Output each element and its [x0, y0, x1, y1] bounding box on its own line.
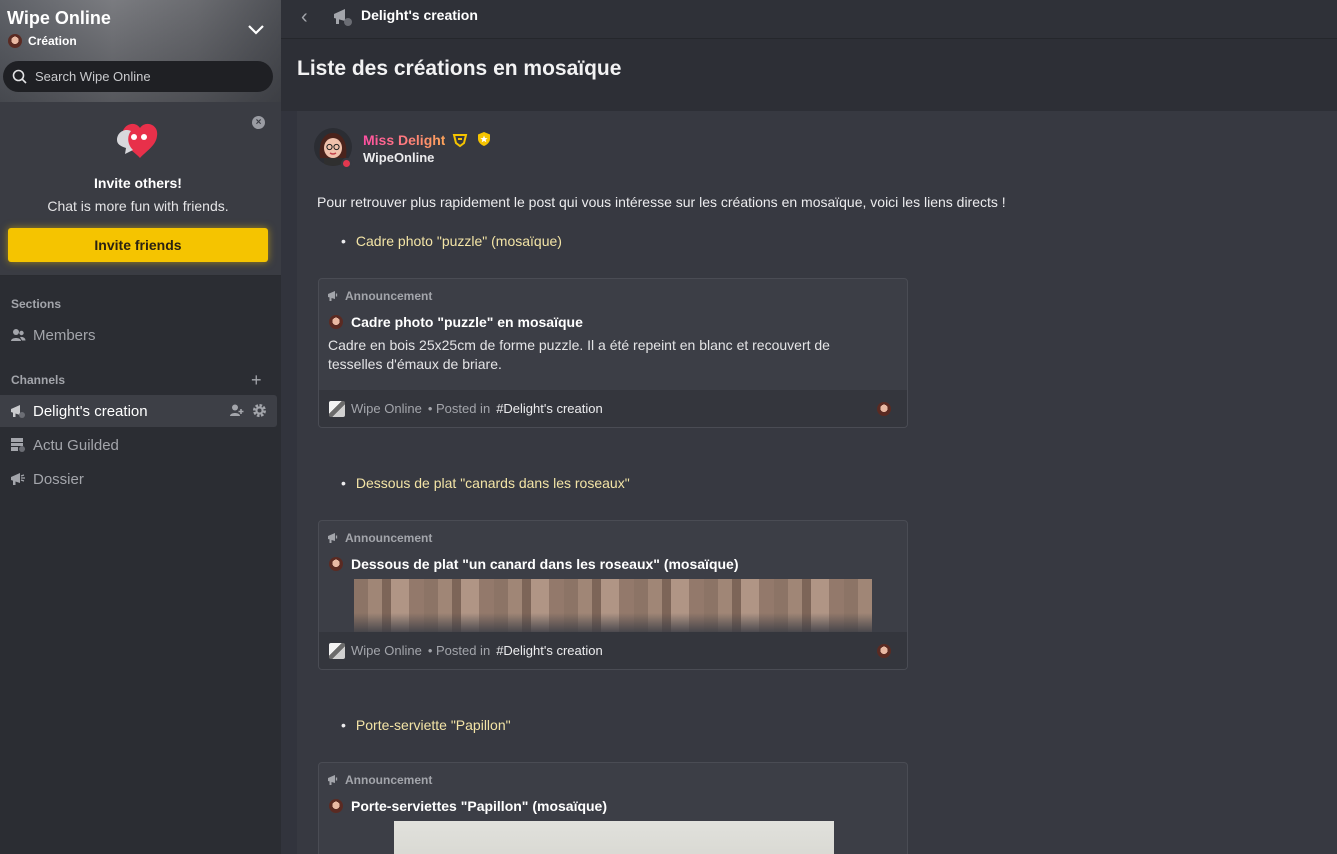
avatar [877, 401, 891, 416]
card-kind: Announcement [328, 531, 432, 545]
megaphone-icon [328, 533, 338, 543]
card-title: Dessous de plat "un canard dans les rose… [329, 556, 739, 572]
channels-label: Channels [11, 373, 66, 387]
announcement-icon [334, 9, 352, 26]
avatar [329, 557, 343, 571]
megaphone-icon [328, 775, 338, 785]
card-channel-link[interactable]: #Delight's creation [496, 401, 603, 416]
invite-text: Chat is more fun with friends. [47, 198, 229, 214]
sidebar-item-label: Actu Guilded [33, 436, 119, 454]
gear-icon[interactable] [252, 403, 267, 418]
sidebar: Wipe Online Création Search Wipe Online … [0, 0, 281, 854]
page-header: Liste des créations en mosaïque [281, 39, 1337, 111]
members-icon [11, 329, 26, 341]
card-server-name: Wipe Online [351, 643, 422, 658]
add-channel-icon[interactable]: + [251, 371, 262, 389]
card-posted-in: • Posted in [427, 401, 491, 416]
sidebar-item-members[interactable]: Members [0, 319, 277, 351]
author-name[interactable]: Miss Delight [363, 132, 445, 148]
channel-title: Delight's creation [361, 7, 478, 23]
card-kind-label: Announcement [345, 773, 433, 787]
server-icon [329, 400, 345, 417]
card-title: Cadre photo "puzzle" en mosaïque [329, 314, 583, 330]
chevron-down-icon[interactable] [246, 22, 266, 38]
announcement-icon [11, 405, 25, 418]
server-icon [329, 642, 345, 659]
card-footer: Wipe Online • Posted in #Delight's creat… [319, 632, 907, 669]
link-text[interactable]: Dessous de plat "canards dans les roseau… [356, 475, 630, 491]
close-icon[interactable]: × [252, 116, 265, 129]
card-title-text: Porte-serviettes "Papillon" (mosaïque) [351, 798, 608, 814]
avatar [329, 799, 343, 813]
link-text[interactable]: Cadre photo "puzzle" (mosaïque) [356, 233, 562, 249]
list-channel-icon [11, 438, 25, 452]
card-server-name: Wipe Online [351, 401, 422, 416]
invite-friends-button[interactable]: Invite friends [8, 228, 268, 262]
gil-badge-icon [452, 134, 468, 148]
page-title: Liste des créations en mosaïque [297, 57, 622, 80]
link-text[interactable]: Porte-serviette "Papillon" [356, 717, 511, 733]
status-dnd-icon [341, 158, 352, 169]
announcement-card[interactable]: Announcement Cadre photo "puzzle" en mos… [318, 278, 908, 428]
heart-chat-icon [117, 123, 158, 158]
invite-heading: Invite others! [94, 175, 182, 191]
sidebar-item-dossier[interactable]: Dossier [0, 463, 277, 495]
avatar [329, 315, 343, 329]
search-placeholder: Search Wipe Online [35, 69, 151, 84]
list-item[interactable]: Porte-serviette "Papillon" [341, 717, 511, 733]
search-input[interactable]: Search Wipe Online [3, 61, 273, 92]
card-kind-label: Announcement [345, 289, 433, 303]
card-posted-in: • Posted in [427, 643, 491, 658]
channel-header: ‹ Delight's creation [281, 0, 1337, 39]
post-intro: Pour retrouver plus rapidement le post q… [317, 194, 1006, 210]
avatar [877, 643, 891, 658]
sidebar-item-label: Dossier [33, 470, 84, 488]
list-item[interactable]: Cadre photo "puzzle" (mosaïque) [341, 233, 562, 249]
server-subtitle: Création [8, 34, 77, 48]
back-button[interactable]: ‹ [301, 6, 308, 29]
sidebar-item-label: Delight's creation [33, 402, 148, 420]
add-user-icon[interactable] [229, 403, 244, 418]
card-image [354, 579, 872, 633]
card-image [394, 821, 834, 854]
card-channel-link[interactable]: #Delight's creation [496, 643, 603, 658]
announcement-icon [11, 473, 25, 485]
card-kind: Announcement [328, 289, 432, 303]
card-description: Cadre en bois 25x25cm de forme puzzle. I… [328, 337, 830, 372]
card-title: Porte-serviettes "Papillon" (mosaïque) [329, 798, 607, 814]
search-icon [12, 69, 27, 84]
announcement-card[interactable]: Announcement Dessous de plat "un canard … [318, 520, 908, 670]
sidebar-item-actu-guilded[interactable]: Actu Guilded [0, 429, 277, 461]
sections-label: Sections [11, 297, 62, 311]
card-footer: Wipe Online • Posted in #Delight's creat… [319, 390, 907, 427]
server-name[interactable]: Wipe Online [7, 8, 111, 29]
sidebar-item-label: Members [33, 326, 96, 344]
megaphone-icon [328, 291, 338, 301]
list-item[interactable]: Dessous de plat "canards dans les roseau… [341, 475, 630, 491]
card-kind: Announcement [328, 773, 432, 787]
announcement-card[interactable]: Announcement Porte-serviettes "Papillon"… [318, 762, 908, 854]
author-subtitle: WipeOnline [363, 150, 435, 165]
shield-star-icon [478, 132, 490, 146]
card-kind-label: Announcement [345, 531, 433, 545]
avatar [8, 34, 22, 48]
card-title-text: Dessous de plat "un canard dans les rose… [351, 556, 739, 572]
server-subtitle-text: Création [28, 34, 77, 48]
sidebar-item-delights-creation[interactable]: Delight's creation [0, 395, 277, 427]
card-title-text: Cadre photo "puzzle" en mosaïque [351, 314, 583, 330]
